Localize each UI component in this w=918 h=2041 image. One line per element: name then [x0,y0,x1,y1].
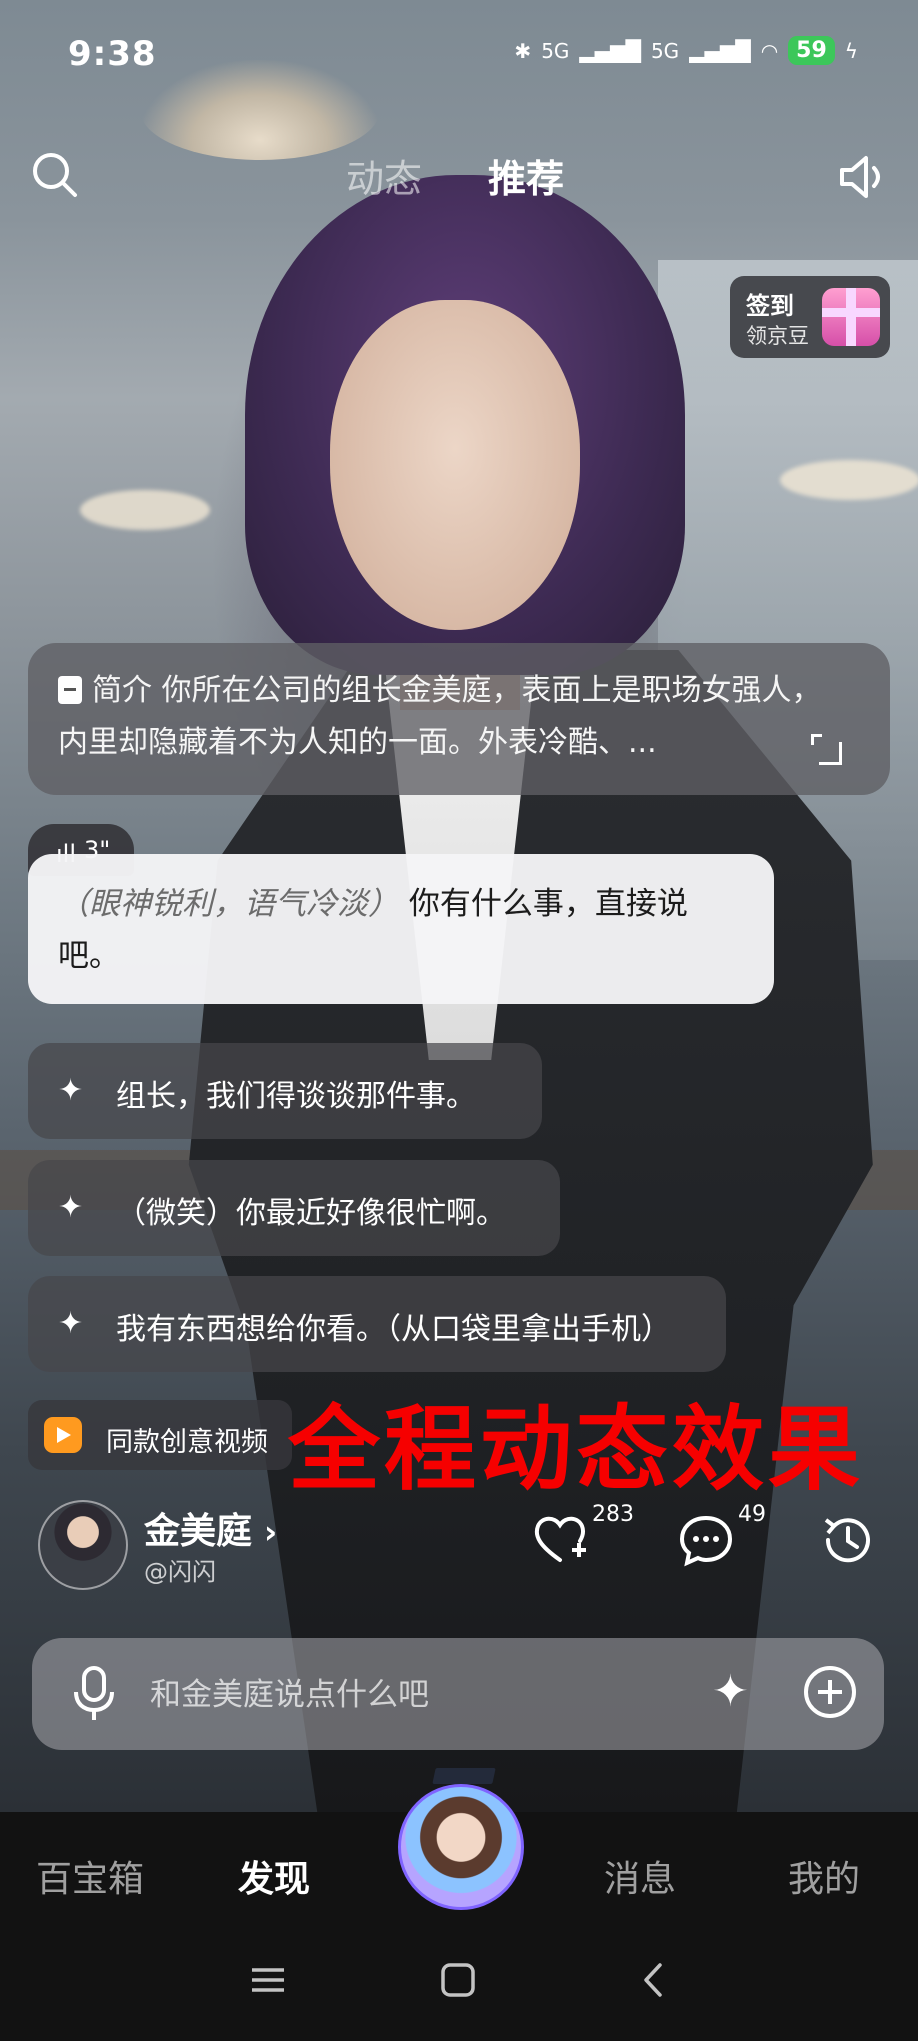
expand-icon[interactable] [811,734,842,765]
comment-icon [679,1515,733,1567]
ai-sparkle-icon[interactable]: ✦ [712,1666,749,1717]
intro-label: 简介 [92,673,152,708]
wifi-icon: ◠ [760,38,779,63]
search-icon[interactable] [28,148,82,202]
suggested-reply-text: （微笑）你最近好像很忙啊。 [116,1196,506,1231]
video-icon [44,1417,82,1453]
suggested-reply-text: 我有东西想给你看。（从口袋里拿出手机） [116,1312,671,1347]
graduation-cap-icon [432,1768,496,1784]
heart-plus-icon [534,1516,586,1562]
tab-dongtai[interactable]: 动态 [346,148,422,203]
microphone-icon[interactable] [66,1664,122,1724]
sparkle-icon: ✦ [58,1190,84,1225]
add-icon[interactable] [802,1664,858,1720]
character-profile-row: 金美庭 › @闪闪 283 49 [0,1490,918,1590]
same-video-label: 同款创意视频 [106,1427,268,1458]
nav-me[interactable]: 我的 [788,1850,860,1902]
sparkle-icon: ✦ [58,1306,84,1341]
character-reply-bubble: （眼神锐利，语气冷淡） 你有什么事，直接说吧。 [28,854,774,1004]
status-time: 9:38 [68,34,157,74]
suggested-reply[interactable]: ✦ 我有东西想给你看。（从口袋里拿出手机） [28,1276,726,1372]
battery-icon: 59 [788,36,835,65]
nav-messages[interactable]: 消息 [604,1850,676,1902]
suggested-reply[interactable]: ✦ 组长，我们得谈谈那件事。 [28,1043,542,1139]
charging-icon: ϟ [844,38,858,63]
document-icon [58,676,82,704]
bluetooth-icon: ✱ [514,38,532,63]
back-icon[interactable] [636,1962,672,2002]
ceiling-light [780,460,918,500]
signal-icon: ▂▄▆█ [579,38,641,63]
network-5g-label: 5G [541,38,570,63]
reply-action-text: （眼神锐利，语气冷淡） [58,886,399,922]
home-icon[interactable] [440,1962,476,2002]
status-bar: 9:38 ✱ 5G ▂▄▆█ 5G ▂▄▆█ ◠ 59 ϟ [0,0,918,110]
suggested-reply-text: 组长，我们得谈谈那件事。 [116,1079,476,1114]
center-avatar-button[interactable] [398,1784,524,1910]
status-icons: ✱ 5G ▂▄▆█ 5G ▂▄▆█ ◠ 59 ϟ [514,36,858,65]
character-face [330,300,580,630]
reply-text-block: （眼神锐利，语气冷淡） 你有什么事，直接说吧。 [58,878,748,982]
ceiling-light [80,490,210,530]
nav-discover[interactable]: 发现 [238,1850,310,1902]
character-name-link[interactable]: 金美庭 › [144,1502,277,1554]
bottom-nav: 百宝箱 发现 消息 我的 [0,1768,918,2041]
history-icon [824,1518,870,1563]
chat-input-bar: ✦ [32,1638,884,1750]
nav-treasure-box[interactable]: 百宝箱 [36,1850,144,1902]
comment-count: 49 [738,1502,766,1527]
chat-input[interactable] [148,1666,712,1724]
like-button[interactable]: 283 [530,1502,634,1580]
top-nav: 动态 推荐 [0,140,918,210]
volume-icon[interactable] [836,150,890,204]
menu-icon[interactable] [250,1962,286,2002]
tab-tuijian[interactable]: 推荐 [488,148,564,203]
character-name: 金美庭 [144,1511,253,1552]
overlay-caption: 全程动态效果 [288,1396,865,1503]
author-handle: @闪闪 [144,1558,216,1586]
checkin-title: 签到 [746,292,794,320]
gift-icon [822,288,880,346]
signal-icon: ▂▄▆█ [689,38,751,63]
intro-text-block: 简介 你所在公司的组长金美庭，表面上是职场女强人，内里却隐藏着不为人知的一面。外… [58,665,838,769]
sparkle-icon: ✦ [58,1073,84,1108]
comment-button[interactable]: 49 [676,1502,766,1580]
checkin-button[interactable]: 签到 领京豆 [730,276,890,358]
intro-text: 你所在公司的组长金美庭，表面上是职场女强人，内里却隐藏着不为人知的一面。外表冷酷… [58,673,822,760]
system-navigation-bar [0,1962,918,2022]
avatar[interactable] [38,1500,128,1590]
like-count: 283 [592,1502,634,1527]
chevron-right-icon: › [264,1513,278,1551]
checkin-subtitle: 领京豆 [746,324,809,348]
network-5g-label: 5G [650,38,680,63]
suggested-reply[interactable]: ✦ （微笑）你最近好像很忙啊。 [28,1160,560,1256]
character-intro-card[interactable]: 简介 你所在公司的组长金美庭，表面上是职场女强人，内里却隐藏着不为人知的一面。外… [28,643,890,795]
same-creative-video-button[interactable]: 同款创意视频 [28,1400,292,1470]
history-button[interactable] [818,1510,898,1580]
